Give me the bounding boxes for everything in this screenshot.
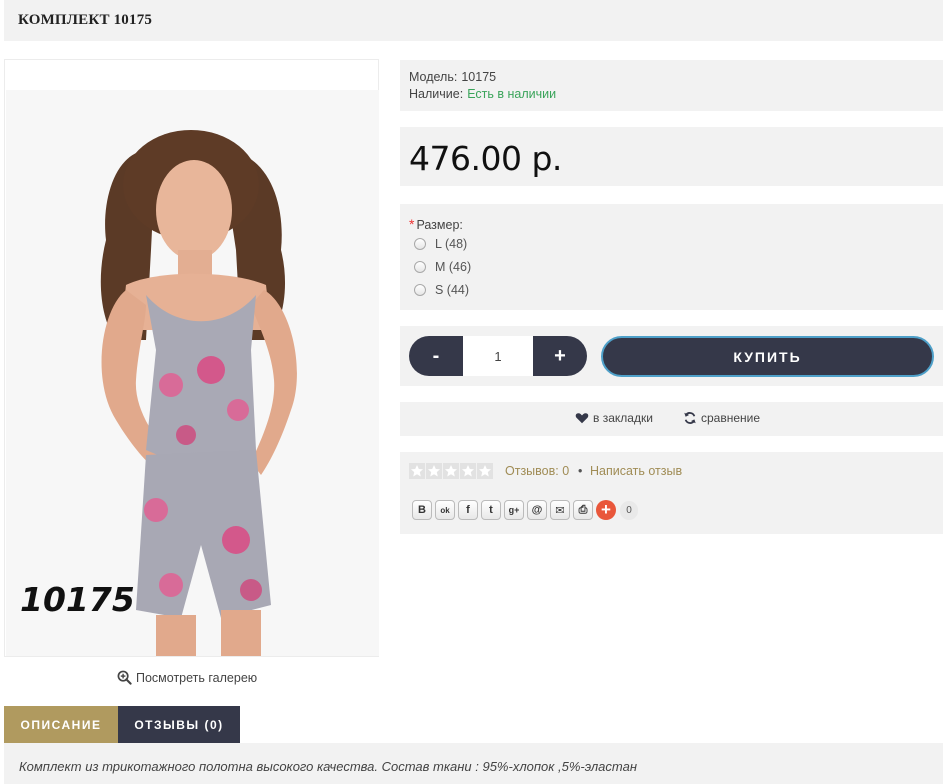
more-share-icon[interactable]: + [596, 500, 616, 520]
required-mark: * [409, 216, 415, 232]
buy-button[interactable]: КУПИТЬ [601, 336, 934, 377]
price-panel: 476.00 р. [400, 127, 943, 186]
product-price: 476.00 р. [409, 139, 562, 178]
model-label: Модель: [409, 70, 458, 84]
view-gallery-link[interactable]: Посмотреть галерею [117, 670, 257, 685]
facebook-icon[interactable]: f [458, 500, 478, 520]
reviews-panel: Отзывов: 0 • Написать отзыв В ok f t g+ … [400, 452, 943, 534]
stock-row: Наличие: Есть в наличии [409, 86, 943, 103]
share-buttons: В ok f t g+ @ ✉ ⎙ + 0 [412, 500, 638, 520]
wishlist-label: в закладки [593, 411, 653, 425]
vk-icon[interactable]: В [412, 500, 432, 520]
refresh-icon [684, 412, 696, 424]
page-title: КОМПЛЕКТ 10175 [18, 12, 153, 28]
zoom-in-icon [117, 670, 132, 685]
size-option-label: S (44) [435, 283, 470, 297]
reviews-count-link[interactable]: Отзывов: 0 [505, 464, 569, 478]
product-photo-illustration [6, 90, 379, 656]
tab-reviews[interactable]: ОТЗЫВЫ (0) [118, 706, 240, 743]
add-to-wishlist-link[interactable]: в закладки [575, 411, 653, 425]
heart-icon [575, 413, 589, 424]
google-plus-icon[interactable]: g+ [504, 500, 524, 520]
star-icon [426, 463, 442, 479]
twitter-icon[interactable]: t [481, 500, 501, 520]
size-option-s[interactable]: S (44) [414, 283, 469, 297]
share-count: 0 [620, 500, 638, 520]
model-value: 10175 [461, 70, 497, 84]
radio-button[interactable] [414, 261, 426, 273]
quantity-input[interactable] [463, 336, 533, 376]
quantity-increase-button[interactable]: + [533, 336, 587, 376]
size-option-m[interactable]: M (46) [414, 260, 471, 274]
radio-button[interactable] [414, 238, 426, 250]
product-code-overlay: 10175 [20, 580, 135, 619]
product-info-panel: Модель: 10175 Наличие: Есть в наличии [400, 60, 943, 111]
title-bar: КОМПЛЕКТ 10175 [4, 0, 943, 41]
quantity-decrease-button[interactable]: - [409, 336, 463, 376]
description-content: Комплект из трикотажного полотна высоког… [4, 743, 943, 784]
add-to-cart-panel: - + КУПИТЬ [400, 326, 943, 386]
email-icon[interactable]: ✉ [550, 500, 570, 520]
add-to-compare-link[interactable]: сравнение [683, 411, 760, 425]
rating-stars [409, 463, 494, 479]
product-actions-panel: в закладки сравнение [400, 402, 943, 436]
stock-value: Есть в наличии [467, 87, 557, 101]
star-icon [409, 463, 425, 479]
description-text: Комплект из трикотажного полотна высоког… [19, 759, 637, 774]
size-options-panel: * Размер: L (48) M (46) S (44) [400, 204, 943, 310]
size-option-title: * Размер: [409, 216, 463, 232]
compare-label: сравнение [701, 411, 761, 425]
separator-dot: • [578, 464, 583, 478]
product-photo[interactable]: 10175 [6, 90, 379, 656]
size-option-label: L (48) [435, 237, 468, 251]
size-option-label: Размер: [416, 218, 463, 232]
size-option-label: M (46) [435, 260, 472, 274]
view-gallery-label: Посмотреть галерею [136, 670, 258, 685]
odnoklassniki-icon[interactable]: ok [435, 500, 455, 520]
star-icon [477, 463, 493, 479]
star-icon [443, 463, 459, 479]
star-icon [460, 463, 476, 479]
mail-ru-icon[interactable]: @ [527, 500, 547, 520]
stock-label: Наличие: [409, 87, 464, 101]
write-review-link[interactable]: Написать отзыв [590, 464, 682, 478]
tab-description[interactable]: ОПИСАНИЕ [4, 706, 118, 743]
print-icon[interactable]: ⎙ [573, 500, 593, 520]
size-option-l[interactable]: L (48) [414, 237, 467, 251]
radio-button[interactable] [414, 284, 426, 296]
model-row: Модель: 10175 [409, 69, 943, 86]
product-image-box[interactable]: 10175 [4, 59, 379, 657]
